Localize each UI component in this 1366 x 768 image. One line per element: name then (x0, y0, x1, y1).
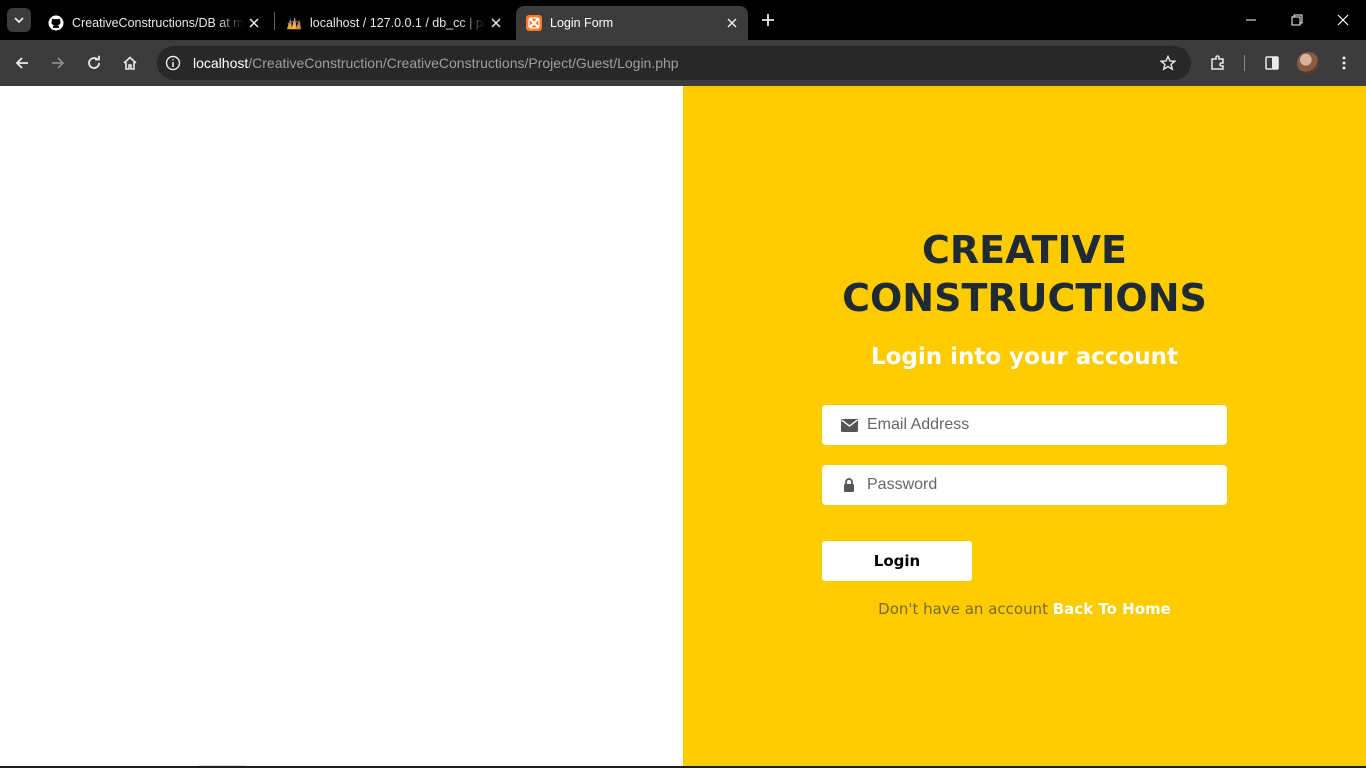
no-account-text: Don't have an account (878, 600, 1048, 618)
lock-icon (840, 476, 858, 494)
chevron-down-icon (14, 17, 24, 24)
xampp-icon (526, 15, 542, 31)
reload-icon (88, 55, 100, 69)
login-button[interactable]: Login (822, 541, 972, 581)
phpmyadmin-icon (286, 15, 302, 31)
toolbar-divider (1244, 55, 1245, 71)
restore-icon (1291, 14, 1303, 26)
url-text[interactable]: localhost/CreativeConstruction/CreativeC… (193, 55, 679, 71)
close-icon (1337, 14, 1349, 26)
new-tab-button[interactable] (756, 8, 780, 32)
back-to-home-link[interactable]: Back To Home (1053, 600, 1171, 618)
tab-title: CreativeConstructions/DB at main (72, 16, 244, 30)
address-bar[interactable]: localhost/CreativeConstruction/CreativeC… (157, 46, 1191, 80)
browser-toolbar: localhost/CreativeConstruction/CreativeC… (0, 40, 1366, 86)
tab-title: localhost / 127.0.0.1 / db_cc | phpMyAdm… (310, 16, 486, 30)
home-icon (123, 56, 137, 70)
tab-strip: CreativeConstructions/DB at main localho… (0, 0, 1366, 40)
plus-icon (762, 14, 774, 26)
login-subtitle: Login into your account (870, 344, 1179, 370)
url-host: localhost (193, 55, 249, 71)
envelope-icon (840, 416, 858, 434)
github-icon (48, 15, 64, 31)
tab-separator (274, 12, 275, 30)
email-field-wrapper (822, 405, 1227, 445)
home-button[interactable] (116, 49, 144, 77)
brand-line: CONSTRUCTIONS (842, 276, 1207, 320)
url-path: /CreativeConstruction/CreativeConstructi… (248, 55, 679, 71)
side-panel-icon (1265, 56, 1279, 70)
back-button[interactable] (8, 49, 36, 77)
minimize-icon (1246, 19, 1256, 21)
tab-search-button[interactable] (7, 8, 31, 32)
brand-title: CREATIVE CONSTRUCTIONS (683, 226, 1366, 322)
minimize-button[interactable] (1228, 0, 1274, 40)
tab-title: Login Form (550, 16, 614, 30)
bookmark-star-icon[interactable] (1155, 50, 1181, 76)
forward-button[interactable] (44, 49, 72, 77)
site-info-icon[interactable] (159, 49, 187, 77)
reload-button[interactable] (80, 49, 108, 77)
email-input[interactable] (867, 405, 1227, 445)
page-content: CREATIVE CONSTRUCTIONS Login into your a… (0, 86, 1366, 768)
brand-line: CREATIVE (922, 228, 1127, 272)
more-vertical-icon (1342, 56, 1346, 70)
close-icon[interactable] (486, 13, 506, 33)
tab-login-form[interactable]: Login Form (516, 6, 748, 40)
menu-button[interactable] (1330, 49, 1358, 77)
extensions-button[interactable] (1204, 49, 1232, 77)
profile-avatar[interactable] (1297, 52, 1319, 74)
login-panel: CREATIVE CONSTRUCTIONS Login into your a… (683, 86, 1366, 766)
tab-phpmyadmin[interactable]: localhost / 127.0.0.1 / db_cc | phpMyAdm… (276, 6, 512, 40)
close-icon[interactable] (244, 13, 264, 33)
restore-button[interactable] (1274, 0, 1320, 40)
password-field-wrapper (822, 465, 1227, 505)
signup-prompt: Don't have an account Back To Home (683, 600, 1366, 618)
puzzle-icon (1211, 55, 1224, 70)
password-input[interactable] (867, 465, 1227, 505)
arrow-left-icon (15, 57, 28, 69)
arrow-right-icon (52, 57, 65, 69)
close-icon[interactable] (722, 13, 742, 33)
left-image-pane (0, 86, 683, 768)
tab-github[interactable]: CreativeConstructions/DB at main (38, 6, 270, 40)
side-panel-button[interactable] (1258, 49, 1286, 77)
close-window-button[interactable] (1320, 0, 1366, 40)
